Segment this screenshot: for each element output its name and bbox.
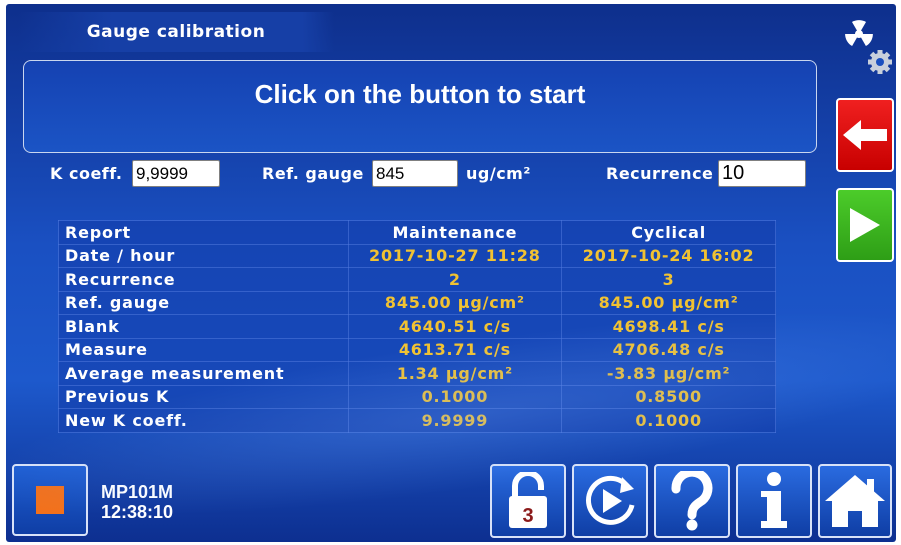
page-title-text: Gauge calibration <box>86 22 266 42</box>
report-column-header: Maintenance <box>347 220 563 245</box>
info-icon <box>761 472 787 528</box>
question-icon <box>671 471 713 531</box>
row-value: 4698.41 c/s <box>561 314 776 339</box>
row-value: 3 <box>561 267 776 292</box>
row-value: 0.1000 <box>347 384 563 409</box>
play-button[interactable] <box>836 188 894 262</box>
report-column-header: Report <box>58 220 349 245</box>
recurrence-label: Recurrence <box>606 164 714 183</box>
ref-gauge-unit: ug/cm² <box>466 164 531 183</box>
row-label: Previous K <box>58 384 349 409</box>
bottom-bar: MP101M 12:38:10 3 <box>6 460 896 542</box>
row-label: Measure <box>58 337 349 362</box>
table-row: Date / hour 2017-10-27 11:28 2017-10-24 16… <box>58 243 776 268</box>
lock-button[interactable]: 3 <box>490 464 566 538</box>
row-value: 2017-10-24 16:02 <box>561 243 776 268</box>
table-row: Average measurement 1.34 μg/cm² -3.83 μg/c… <box>58 361 776 386</box>
row-value: 2 <box>347 267 563 292</box>
row-value: 1.34 μg/cm² <box>347 361 563 386</box>
row-label: Ref. gauge <box>58 290 349 315</box>
stop-button[interactable] <box>12 464 88 536</box>
play-icon <box>850 208 880 242</box>
row-label: Recurrence <box>58 267 349 292</box>
unlock-icon: 3 <box>509 472 547 528</box>
screen: Gauge calibration Click on the button to… <box>6 4 896 542</box>
page-title: Gauge calibration <box>18 12 334 52</box>
row-value: 4613.71 c/s <box>347 337 563 362</box>
ref-gauge-input[interactable] <box>372 160 458 187</box>
message-text: Click on the button to start <box>254 79 586 109</box>
home-button[interactable] <box>818 464 892 538</box>
k-coeff-label: K coeff. <box>50 164 123 183</box>
ref-gauge-label: Ref. gauge <box>262 164 364 183</box>
back-button[interactable] <box>836 98 894 172</box>
message-box: Click on the button to start <box>23 60 817 153</box>
report-header-row: Report Maintenance Cyclical <box>58 220 776 245</box>
recurrence-input[interactable] <box>718 160 806 187</box>
row-label: Blank <box>58 314 349 339</box>
row-value: 4706.48 c/s <box>561 337 776 362</box>
table-row: Measure 4613.71 c/s 4706.48 c/s <box>58 337 776 362</box>
arrow-left-icon <box>843 120 887 150</box>
table-row: Ref. gauge 845.00 μg/cm² 845.00 μg/cm² <box>58 290 776 315</box>
table-row: Blank 4640.51 c/s 4698.41 c/s <box>58 314 776 339</box>
row-value: -3.83 μg/cm² <box>561 361 776 386</box>
row-label: Date / hour <box>58 243 349 268</box>
row-value: 0.8500 <box>561 384 776 409</box>
device-name: MP101M <box>101 482 174 502</box>
radiation-gear-icon[interactable] <box>834 8 894 78</box>
table-row: Recurrence 2 3 <box>58 267 776 292</box>
stop-square-icon <box>36 486 64 514</box>
row-value: 2017-10-27 11:28 <box>347 243 563 268</box>
device-time: 12:38:10 <box>101 502 174 522</box>
row-label: New K coeff. <box>58 408 349 433</box>
report-table: Report Maintenance Cyclical Date / hour 2017… <box>58 220 776 433</box>
row-label: Average measurement <box>58 361 349 386</box>
row-value: 0.1000 <box>561 408 776 433</box>
row-value: 845.00 μg/cm² <box>347 290 563 315</box>
help-button[interactable] <box>654 464 730 538</box>
row-value: 4640.51 c/s <box>347 314 563 339</box>
lock-badge: 3 <box>522 505 533 527</box>
row-value: 845.00 μg/cm² <box>561 290 776 315</box>
cycle-play-icon <box>586 475 635 525</box>
table-row: New K coeff. 9.9999 0.1000 <box>58 408 776 433</box>
cycle-button[interactable] <box>572 464 648 538</box>
table-row: Previous K 0.1000 0.8500 <box>58 384 776 409</box>
report-column-header: Cyclical <box>561 220 776 245</box>
home-icon <box>825 475 885 527</box>
device-status: MP101M 12:38:10 <box>101 482 173 522</box>
info-button[interactable] <box>736 464 812 538</box>
row-value: 9.9999 <box>347 408 563 433</box>
k-coeff-input[interactable] <box>132 160 220 187</box>
